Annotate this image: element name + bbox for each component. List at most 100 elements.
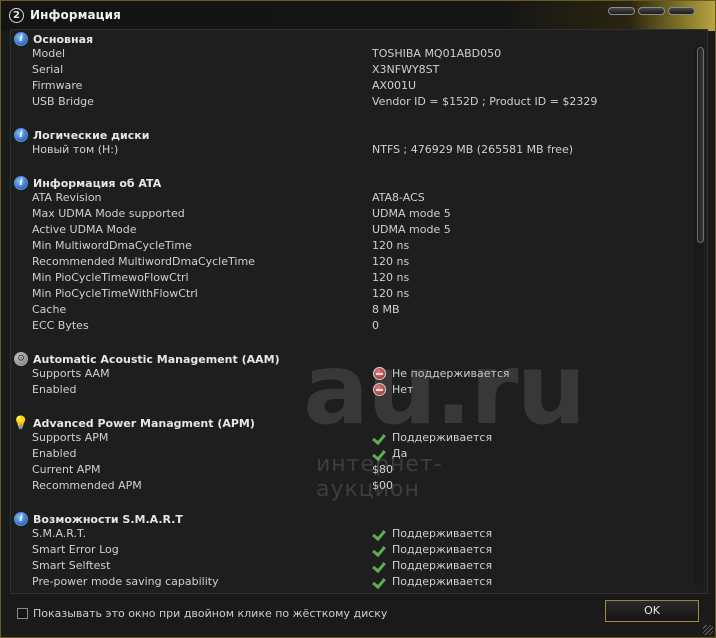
row-label: Enabled	[32, 447, 77, 460]
check-icon	[373, 575, 386, 588]
row-status: Не поддерживается	[373, 367, 510, 380]
row-value: 120 ns	[372, 271, 410, 284]
info-row[interactable]: Min MultiwordDmaCycleTime 120 ns	[32, 239, 692, 255]
check-icon	[373, 543, 386, 556]
row-label: Min MultiwordDmaCycleTime	[32, 239, 192, 252]
section-header-apm: 💡 Advanced Power Managment (APM)	[12, 415, 255, 431]
row-label: Новый том (H:)	[32, 143, 119, 156]
row-label: Serial	[32, 63, 64, 76]
row-value: Поддерживается	[392, 527, 493, 540]
row-status: Нет	[373, 383, 413, 396]
info-row[interactable]: ECC Bytes 0	[32, 319, 692, 335]
row-value: TOSHIBA MQ01ABD050	[372, 47, 502, 60]
row-label: Cache	[32, 303, 67, 316]
info-row[interactable]: Current APM $80	[32, 463, 692, 479]
section-header-aam: ⚙ Automatic Acoustic Management (AAM)	[14, 351, 280, 367]
row-value: NTFS ; 476929 MB (265581 MB free)	[372, 143, 574, 156]
section-header-ata: i Информация об ATA	[14, 175, 161, 191]
row-value: Vendor ID = $152D ; Product ID = $2329	[372, 95, 598, 108]
row-value: ATA8-ACS	[372, 191, 425, 204]
row-label: Supports APM	[32, 431, 109, 444]
row-value: 120 ns	[372, 239, 410, 252]
row-status: Поддерживается	[373, 527, 492, 540]
info-row[interactable]: Smart Selftest Поддерживается	[32, 559, 692, 575]
info-row[interactable]: Enabled Нет	[32, 383, 692, 399]
row-label: USB Bridge	[32, 95, 94, 108]
row-value: X3NFWY8ST	[372, 63, 440, 76]
check-icon	[373, 559, 386, 572]
info-row[interactable]: USB Bridge Vendor ID = $152D ; Product ID…	[32, 95, 692, 111]
section-title: Возможности S.M.A.R.T	[33, 512, 183, 526]
info-row[interactable]: Recommended MultiwordDmaCycleTime 120 ns	[32, 255, 692, 271]
info-row[interactable]: Smart Error Log Поддерживается	[32, 543, 692, 559]
info-row[interactable]: Recommended APM $00	[32, 479, 692, 495]
info-row[interactable]: Firmware AX001U	[32, 79, 692, 95]
section-title: Логические диски	[33, 128, 150, 142]
info-row[interactable]: Active UDMA Mode UDMA mode 5	[32, 223, 692, 239]
info-row[interactable]: Supports APM Поддерживается	[32, 431, 692, 447]
ok-button[interactable]: OK	[605, 600, 699, 622]
info-icon: i	[14, 32, 28, 46]
info-row[interactable]: Pre-power mode saving capability Поддержи…	[32, 575, 692, 591]
row-value: Да	[392, 447, 408, 460]
info-row[interactable]: Новый том (H:) NTFS ; 476929 MB (265581 M…	[32, 143, 692, 159]
minimize-button[interactable]	[608, 7, 635, 15]
show-on-double-click-label[interactable]: Показывать это окно при двойном клике по…	[33, 607, 387, 620]
info-row[interactable]: Cache 8 MB	[32, 303, 692, 319]
info-row[interactable]: ATA Revision ATA8-ACS	[32, 191, 692, 207]
row-label: Pre-power mode saving capability	[32, 575, 219, 588]
row-label: S.M.A.R.T.	[32, 527, 86, 540]
title-bar[interactable]: 2 Информация	[1, 1, 715, 31]
check-icon	[373, 527, 386, 540]
show-on-double-click-checkbox[interactable]	[17, 608, 28, 619]
row-label: Smart Error Log	[32, 543, 119, 556]
row-label: Smart Selftest	[32, 559, 111, 572]
no-entry-icon	[373, 383, 386, 396]
row-status: Поддерживается	[373, 575, 492, 588]
gear-icon: ⚙	[14, 352, 28, 366]
row-status: Поддерживается	[373, 431, 492, 444]
window-controls	[608, 7, 695, 15]
row-value: Поддерживается	[392, 543, 493, 556]
info-row[interactable]: Model TOSHIBA MQ01ABD050	[32, 47, 692, 63]
section-header-basic: i Основная	[14, 31, 93, 47]
row-label: Supports AAM	[32, 367, 110, 380]
info-row[interactable]: Serial X3NFWY8ST	[32, 63, 692, 79]
info-row[interactable]: Supports AAM Не поддерживается	[32, 367, 692, 383]
row-value: 120 ns	[372, 255, 410, 268]
info-row[interactable]: Min PioCycleTimewoFlowCtrl 120 ns	[32, 271, 692, 287]
row-label: Min PioCycleTimeWithFlowCtrl	[32, 287, 198, 300]
info-row[interactable]: Enabled Да	[32, 447, 692, 463]
info-row[interactable]: S.M.A.R.T. Поддерживается	[32, 527, 692, 543]
row-label: Recommended MultiwordDmaCycleTime	[32, 255, 255, 268]
row-value: 0	[372, 319, 379, 332]
row-value: UDMA mode 5	[372, 223, 451, 236]
row-value: AX001U	[372, 79, 417, 92]
row-label: Active UDMA Mode	[32, 223, 137, 236]
row-value: 120 ns	[372, 287, 410, 300]
row-label: Enabled	[32, 383, 77, 396]
row-label: Current APM	[32, 463, 101, 476]
row-label: Max UDMA Mode supported	[32, 207, 185, 220]
info-icon: i	[14, 128, 28, 142]
section-title: Информация об ATA	[33, 176, 162, 190]
row-value: $00	[372, 479, 393, 492]
section-header-logical: i Логические диски	[14, 127, 149, 143]
section-title: Основная	[33, 32, 94, 46]
no-entry-icon	[373, 367, 386, 380]
row-label: Recommended APM	[32, 479, 142, 492]
lightbulb-icon: 💡	[12, 415, 30, 431]
info-row[interactable]: Min PioCycleTimeWithFlowCtrl 120 ns	[32, 287, 692, 303]
info-dialog: 2 Информация i Основная Model TOSHIBA MQ01A…	[0, 0, 716, 638]
row-label: ATA Revision	[32, 191, 102, 204]
resize-grip[interactable]	[703, 625, 713, 635]
info-row[interactable]: Max UDMA Mode supported UDMA mode 5	[32, 207, 692, 223]
section-header-smart: i Возможности S.M.A.R.T	[14, 511, 183, 527]
row-value: $80	[372, 463, 393, 476]
close-button[interactable]	[668, 7, 695, 15]
maximize-button[interactable]	[638, 7, 665, 15]
scrollbar-thumb[interactable]	[697, 47, 704, 243]
row-label: Min PioCycleTimewoFlowCtrl	[32, 271, 189, 284]
row-value: Поддерживается	[392, 575, 493, 588]
row-value: Не поддерживается	[392, 367, 510, 380]
